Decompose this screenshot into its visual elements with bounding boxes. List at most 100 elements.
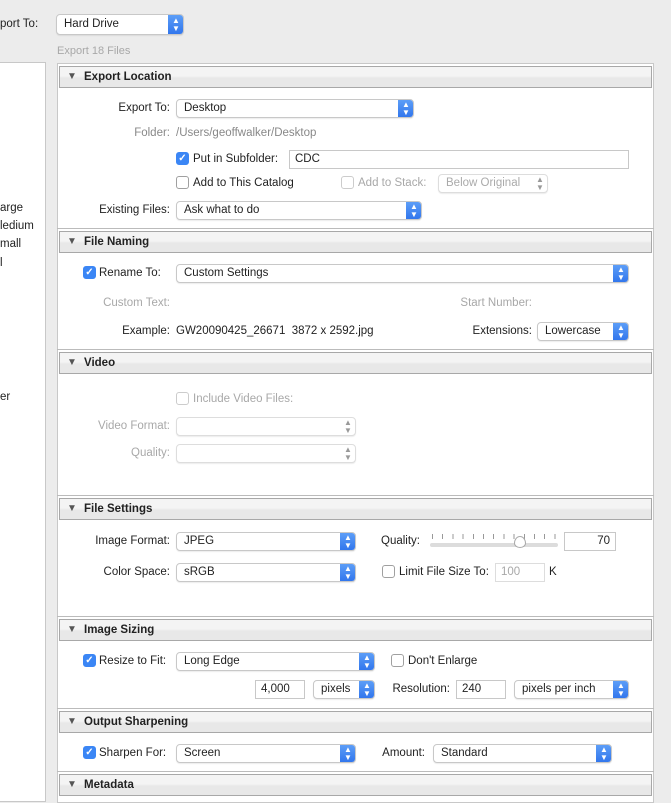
section-title: Video [84, 357, 116, 369]
stack-position-popup[interactable]: Below Original ▲ ▼ [438, 174, 548, 193]
section-header-video[interactable]: ▼ Video [59, 352, 652, 374]
limit-size-label: Limit File Size To: [399, 566, 489, 578]
include-video-checkbox[interactable] [176, 392, 189, 405]
up-down-chevron-icon: ▲ ▼ [168, 15, 183, 34]
quality-slider[interactable] [430, 536, 558, 548]
folder-path: /Users/geoffwalker/Desktop [176, 127, 317, 139]
triangle-down-icon: ▼ [67, 503, 77, 514]
rename-label: Rename To: [99, 267, 161, 279]
quality-label: Quality: [381, 535, 420, 547]
resize-checkbox[interactable]: ✓ [83, 654, 96, 667]
include-video-label: Include Video Files: [193, 393, 294, 405]
dont-enlarge-checkbox[interactable] [391, 654, 404, 667]
divider [57, 228, 654, 229]
section-title: File Settings [84, 503, 153, 515]
amount-popup[interactable]: Standard ▲ ▼ [433, 744, 612, 763]
section-header-file-naming[interactable]: ▼ File Naming [59, 231, 652, 253]
sharpen-for-popup[interactable]: Screen ▲ ▼ [176, 744, 356, 763]
popup-value: Below Original [446, 177, 521, 189]
file-count: Export 18 Files [57, 45, 131, 57]
popup-value: Lowercase [545, 325, 601, 337]
add-catalog-checkbox[interactable] [176, 176, 189, 189]
slider-thumb[interactable] [513, 536, 526, 548]
image-format-popup[interactable]: JPEG ▲ ▼ [176, 532, 356, 551]
divider [57, 771, 654, 772]
section-header-output-sharpening[interactable]: ▼ Output Sharpening [59, 711, 652, 733]
limit-size-unit: K [549, 566, 557, 578]
triangle-down-icon: ▼ [67, 624, 77, 635]
subfolder-label: Put in Subfolder: [193, 153, 279, 165]
popup-value: Hard Drive [64, 18, 119, 30]
export-destination-popup[interactable]: Hard Drive ▲ ▼ [56, 14, 184, 35]
up-down-chevron-icon: ▲ ▼ [398, 100, 413, 117]
divider [57, 349, 654, 350]
popup-value: Standard [441, 747, 488, 759]
preset-item[interactable]: ledium [0, 219, 34, 233]
video-quality-popup[interactable]: ▲ ▼ [176, 444, 356, 463]
color-space-label: Color Space: [103, 566, 170, 578]
export-to-label: port To: [0, 18, 39, 30]
existing-files-label: Existing Files: [99, 204, 170, 216]
extensions-popup[interactable]: Lowercase ▲ ▼ [537, 322, 629, 341]
resize-mode-popup[interactable]: Long Edge ▲ ▼ [176, 652, 375, 671]
popup-value: JPEG [184, 535, 215, 547]
preset-item[interactable]: l [0, 256, 3, 270]
preset-item[interactable]: mall [0, 237, 21, 251]
sharpen-checkbox[interactable]: ✓ [83, 746, 96, 759]
section-title: Metadata [84, 779, 134, 791]
resolution-label: Resolution: [392, 683, 450, 695]
video-format-popup[interactable]: ▲ ▼ [176, 417, 356, 436]
rename-checkbox[interactable]: ✓ [83, 266, 96, 279]
section-header-export-location[interactable]: ▼ Export Location [59, 66, 652, 88]
up-down-chevron-icon: ▲ ▼ [406, 202, 421, 219]
triangle-down-icon: ▼ [67, 71, 77, 82]
add-stack-checkbox[interactable] [341, 176, 354, 189]
existing-files-popup[interactable]: Ask what to do ▲ ▼ [176, 201, 422, 220]
add-stack-label: Add to Stack: [358, 177, 427, 189]
amount-label: Amount: [382, 747, 425, 759]
image-format-label: Image Format: [95, 535, 170, 547]
size-input[interactable]: 4,000 [255, 680, 305, 699]
up-down-chevron-icon: ▲ ▼ [613, 323, 628, 340]
popup-value: Custom Settings [184, 267, 269, 279]
preset-list[interactable]: arge ledium mall l er [0, 62, 46, 802]
section-header-file-settings[interactable]: ▼ File Settings [59, 498, 652, 520]
popup-value: sRGB [184, 566, 215, 578]
up-down-chevron-icon: ▲ ▼ [340, 564, 355, 581]
video-format-label: Video Format: [97, 420, 170, 432]
up-down-chevron-icon: ▲ ▼ [359, 653, 374, 670]
up-down-chevron-icon: ▲ ▼ [613, 265, 628, 282]
export-to-popup[interactable]: Desktop ▲ ▼ [176, 99, 414, 118]
limit-size-input[interactable]: 100 [495, 563, 545, 582]
size-unit-popup[interactable]: pixels ▲ ▼ [313, 680, 375, 699]
subfolder-checkbox[interactable]: ✓ [176, 152, 189, 165]
section-header-image-sizing[interactable]: ▼ Image Sizing [59, 619, 652, 641]
folder-label: Folder: [134, 127, 170, 139]
slider-ticks [432, 534, 556, 539]
resize-label: Resize to Fit: [99, 655, 167, 667]
section-title: Image Sizing [84, 624, 155, 636]
popup-value: Desktop [184, 102, 227, 114]
quality-input[interactable]: 70 [564, 532, 616, 551]
sharpen-label: Sharpen For: [99, 747, 167, 759]
preset-item[interactable]: er [0, 390, 10, 404]
triangle-down-icon: ▼ [67, 779, 77, 790]
up-down-chevron-icon: ▲ ▼ [340, 745, 355, 762]
resolution-input[interactable]: 240 [456, 680, 506, 699]
up-down-chevron-icon: ▲ ▼ [359, 681, 374, 698]
up-down-chevron-icon: ▲ ▼ [340, 533, 355, 550]
rename-popup[interactable]: Custom Settings ▲ ▼ [176, 264, 629, 283]
section-title: File Naming [84, 236, 150, 248]
example-label: Example: [122, 325, 170, 337]
popup-value: Long Edge [184, 655, 240, 667]
color-space-popup[interactable]: sRGB ▲ ▼ [176, 563, 356, 582]
up-down-chevron-icon: ▲ ▼ [344, 418, 352, 435]
resolution-unit-popup[interactable]: pixels per inch ▲ ▼ [514, 680, 629, 699]
limit-size-checkbox[interactable] [382, 565, 395, 578]
preset-item[interactable]: arge [0, 201, 23, 215]
dont-enlarge-label: Don't Enlarge [408, 655, 478, 667]
video-quality-label: Quality: [131, 447, 170, 459]
divider [57, 495, 654, 496]
triangle-down-icon: ▼ [67, 716, 77, 727]
subfolder-input[interactable]: CDC [289, 150, 629, 169]
